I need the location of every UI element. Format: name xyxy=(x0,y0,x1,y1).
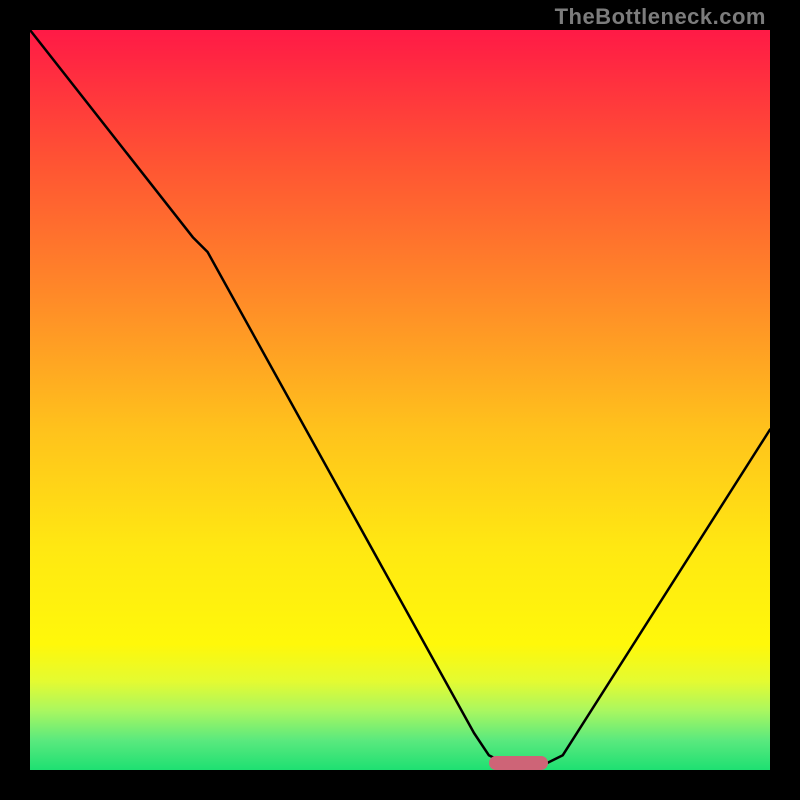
plot-area xyxy=(30,30,770,770)
bottleneck-curve xyxy=(30,30,770,770)
optimal-marker xyxy=(489,756,548,770)
figure-frame: TheBottleneck.com xyxy=(0,0,800,800)
curve-path xyxy=(30,30,770,770)
watermark-text: TheBottleneck.com xyxy=(555,4,766,30)
